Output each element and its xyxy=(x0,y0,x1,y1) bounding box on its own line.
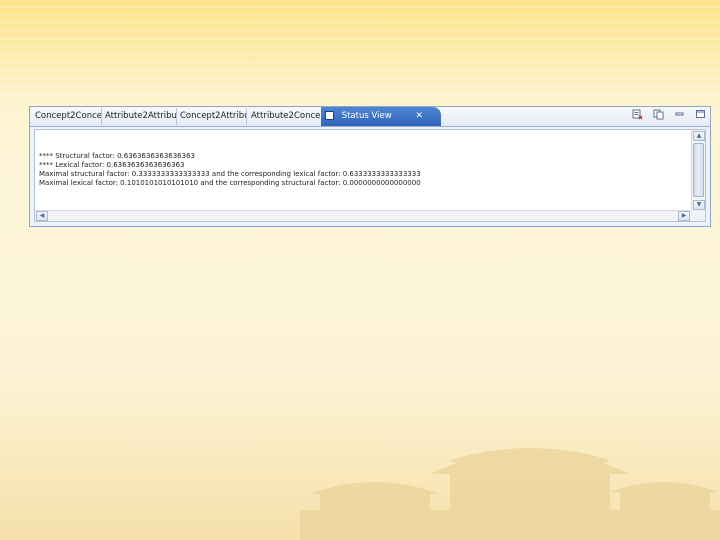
status-line: **** Structural factor: 0.63636363636363… xyxy=(39,152,195,160)
copy-icon[interactable] xyxy=(653,109,664,120)
status-line: **** Lexical factor: 0.6363636363636363 xyxy=(39,161,185,169)
status-view-panel: Concept2Concept Attribute2Attribute Conc… xyxy=(29,106,711,227)
minimize-icon[interactable] xyxy=(674,109,685,120)
tab-status-view-label: Status View xyxy=(341,111,392,121)
clear-icon[interactable] xyxy=(632,109,643,120)
scroll-right-button[interactable]: ▶ xyxy=(678,211,690,221)
vertical-scroll-thumb[interactable] xyxy=(693,143,704,197)
status-text: **** Structural factor: 0.63636363636363… xyxy=(35,130,691,211)
tab-concept2concept[interactable]: Concept2Concept xyxy=(32,108,102,125)
tab-status-view[interactable]: Status View ✕ xyxy=(321,107,441,126)
horizontal-scrollbar[interactable]: ◀ ▶ xyxy=(35,210,691,221)
tab-attribute2attribute[interactable]: Attribute2Attribute xyxy=(102,108,177,125)
scroll-left-button[interactable]: ◀ xyxy=(36,211,48,221)
slide-top-stripes xyxy=(0,0,720,100)
view-icon xyxy=(325,111,334,120)
scroll-down-button[interactable]: ▼ xyxy=(693,200,705,210)
maximize-icon[interactable] xyxy=(695,109,706,120)
tab-attribute2concept[interactable]: Attribute2Concept xyxy=(248,108,320,125)
palace-silhouette-image xyxy=(300,448,720,540)
scrollbar-corner xyxy=(691,210,705,221)
vertical-scrollbar[interactable]: ▲ ▼ xyxy=(691,130,705,211)
tab-strip: Concept2Concept Attribute2Attribute Conc… xyxy=(30,107,710,127)
status-output-area[interactable]: **** Structural factor: 0.63636363636363… xyxy=(34,129,706,222)
scroll-up-button[interactable]: ▲ xyxy=(693,131,705,141)
view-toolbar xyxy=(627,109,706,123)
status-line: Maximal structural factor: 0.33333333333… xyxy=(39,170,421,178)
close-tab-icon[interactable]: ✕ xyxy=(415,107,423,126)
tab-concept2attribute[interactable]: Concept2Attribute xyxy=(177,108,247,125)
status-line: Maximal lexical factor: 0.10101010101010… xyxy=(39,179,421,187)
